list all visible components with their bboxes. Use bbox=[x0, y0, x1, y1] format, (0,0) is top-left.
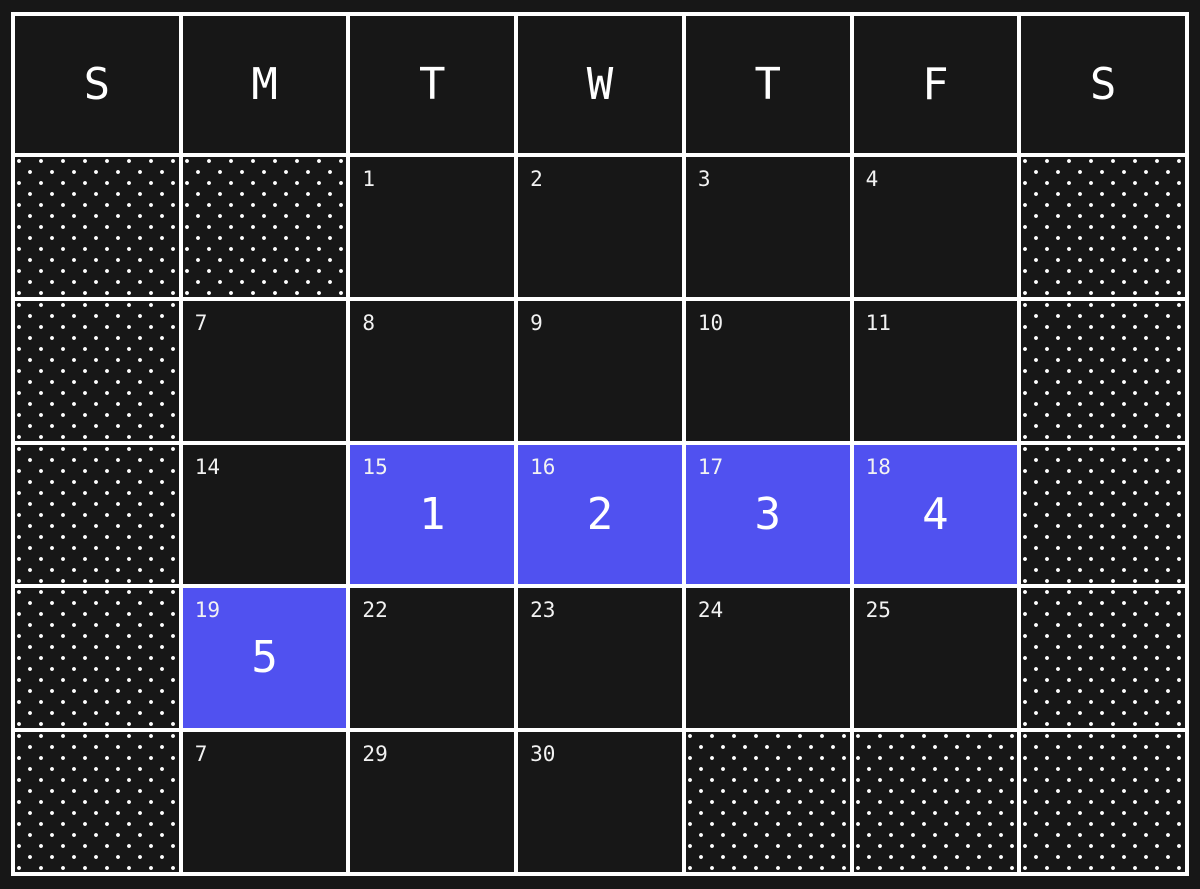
day-number: 16 bbox=[530, 454, 556, 479]
day-cell[interactable]: 25 bbox=[853, 588, 1018, 729]
day-number: 24 bbox=[697, 598, 724, 623]
session-number: 5 bbox=[251, 632, 278, 684]
day-number: 8 bbox=[362, 310, 376, 335]
day-number: 19 bbox=[194, 598, 220, 623]
day-cell[interactable]: 23 bbox=[518, 588, 682, 729]
session-number: 3 bbox=[754, 488, 781, 540]
day-number: 7 bbox=[194, 742, 208, 767]
highlighted-day-cell[interactable]: 19 5 bbox=[182, 588, 347, 729]
day-cell[interactable]: 29 bbox=[350, 732, 515, 872]
empty-day-cell bbox=[15, 732, 179, 872]
day-cell[interactable]: 7 bbox=[182, 300, 347, 441]
day-cell[interactable]: 8 bbox=[350, 300, 515, 441]
day-cell[interactable]: 4 bbox=[853, 157, 1018, 297]
day-number: 23 bbox=[530, 598, 556, 623]
day-number: 15 bbox=[362, 454, 388, 479]
empty-day-cell bbox=[182, 157, 347, 297]
day-number: 14 bbox=[194, 454, 220, 479]
empty-day-cell bbox=[685, 732, 850, 872]
highlighted-day-cell[interactable]: 16 2 bbox=[518, 444, 682, 585]
session-number: 2 bbox=[586, 488, 614, 540]
weekday-header-thursday: T bbox=[685, 16, 850, 153]
empty-day-cell bbox=[853, 732, 1018, 872]
day-cell[interactable]: 30 bbox=[518, 732, 682, 872]
empty-day-cell bbox=[15, 444, 179, 585]
day-number: 30 bbox=[530, 742, 556, 767]
day-number: 29 bbox=[362, 742, 388, 767]
day-cell[interactable]: 1 bbox=[350, 157, 515, 297]
day-number: 25 bbox=[865, 598, 891, 623]
weekday-header-sunday: S bbox=[15, 16, 179, 153]
day-number: 10 bbox=[697, 310, 724, 335]
day-number: 2 bbox=[530, 167, 543, 191]
session-number: 4 bbox=[922, 488, 949, 540]
day-cell[interactable]: 11 bbox=[853, 300, 1018, 441]
empty-day-cell bbox=[15, 157, 179, 297]
weekday-header-friday: F bbox=[853, 16, 1018, 153]
weekday-header-saturday: S bbox=[1021, 16, 1185, 153]
day-cell[interactable]: 3 bbox=[685, 157, 850, 297]
highlighted-day-cell[interactable]: 17 3 bbox=[685, 444, 850, 585]
day-cell[interactable]: 24 bbox=[685, 588, 850, 729]
day-cell[interactable]: 7 bbox=[182, 732, 347, 872]
highlighted-day-cell[interactable]: 15 1 bbox=[350, 444, 515, 585]
day-number: 4 bbox=[865, 167, 879, 191]
day-number: 18 bbox=[865, 454, 891, 479]
day-number: 7 bbox=[194, 310, 208, 335]
day-number: 9 bbox=[530, 310, 543, 335]
session-number: 1 bbox=[419, 488, 446, 540]
day-cell[interactable]: 2 bbox=[518, 157, 682, 297]
empty-day-cell bbox=[1021, 300, 1185, 441]
calendar-grid: S M T W T F S 1 2 3 4 7 8 9 10 11 14 15 1 16 2 17 3 18 4 1… bbox=[11, 12, 1189, 876]
highlighted-day-cell[interactable]: 18 4 bbox=[853, 444, 1018, 585]
empty-day-cell bbox=[1021, 444, 1185, 585]
empty-day-cell bbox=[15, 588, 179, 729]
day-number: 22 bbox=[362, 598, 388, 623]
weekday-header-tuesday: T bbox=[350, 16, 515, 153]
day-number: 1 bbox=[362, 167, 376, 191]
weekday-header-wednesday: W bbox=[518, 16, 682, 153]
empty-day-cell bbox=[1021, 157, 1185, 297]
day-number: 17 bbox=[697, 454, 724, 479]
day-number: 3 bbox=[697, 167, 711, 191]
empty-day-cell bbox=[15, 300, 179, 441]
empty-day-cell bbox=[1021, 732, 1185, 872]
day-cell[interactable]: 9 bbox=[518, 300, 682, 441]
weekday-header-monday: M bbox=[182, 16, 347, 153]
empty-day-cell bbox=[1021, 588, 1185, 729]
day-cell[interactable]: 14 bbox=[182, 444, 347, 585]
day-cell[interactable]: 10 bbox=[685, 300, 850, 441]
day-number: 11 bbox=[865, 310, 891, 335]
day-cell[interactable]: 22 bbox=[350, 588, 515, 729]
